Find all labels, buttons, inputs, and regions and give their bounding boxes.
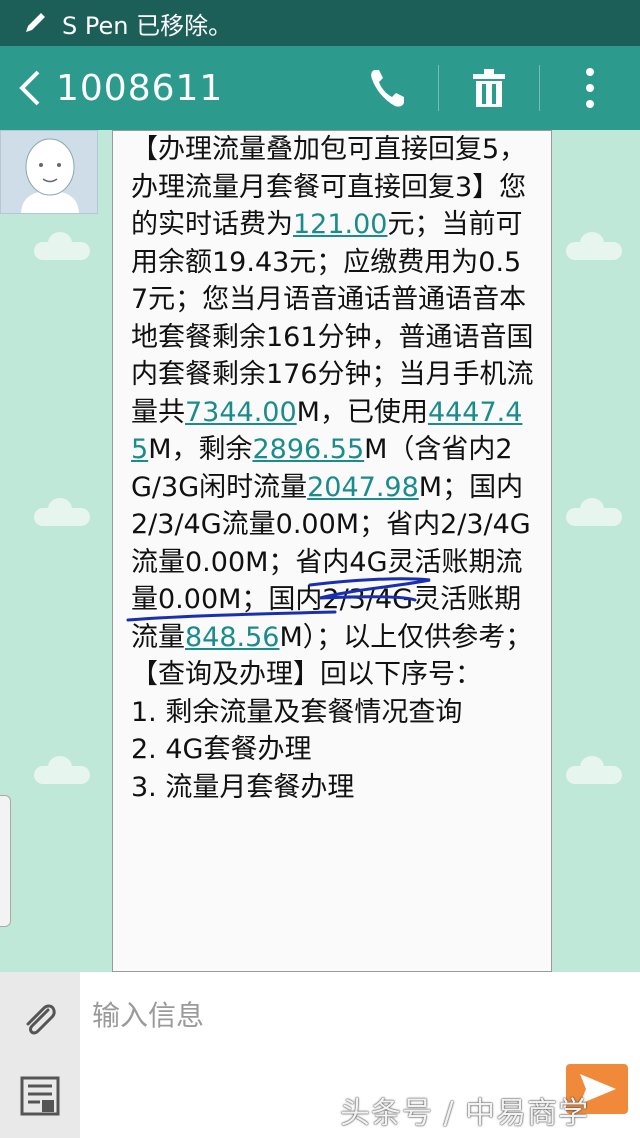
message-segment: M，已使用 xyxy=(296,396,428,428)
back-button[interactable] xyxy=(10,58,50,118)
input-tools xyxy=(0,972,80,1138)
back-icon xyxy=(19,70,40,106)
message-text[interactable]: 【办理流量叠加包可直接回复5，办理流量月套餐可直接回复3】您的实时话费为121.… xyxy=(131,131,535,806)
pen-icon xyxy=(26,13,45,32)
conversation-area[interactable]: 【办理流量叠加包可直接回复5，办理流量月套餐可直接回复3】您的实时话费为121.… xyxy=(0,130,640,972)
cloud-decoration xyxy=(34,232,90,260)
message-link[interactable]: 848.56 xyxy=(185,622,279,653)
avatar[interactable] xyxy=(0,130,98,214)
template-icon[interactable] xyxy=(18,1074,62,1118)
side-panel-handle[interactable] xyxy=(0,795,11,927)
phone-icon xyxy=(371,70,404,107)
cloud-decoration xyxy=(34,756,90,784)
watermark: 头条号 / 中易商学 xyxy=(340,1096,590,1131)
message-link[interactable]: 2047.98 xyxy=(307,472,419,503)
cloud-decoration xyxy=(566,498,622,526)
app-bar: 1008611 xyxy=(0,46,640,130)
status-notification: S Pen 已移除。 xyxy=(62,11,233,40)
status-bar: S Pen 已移除。 xyxy=(0,0,640,46)
call-button[interactable] xyxy=(338,46,438,130)
cloud-decoration xyxy=(34,498,90,526)
cloud-decoration xyxy=(566,756,622,784)
attach-icon[interactable] xyxy=(18,998,62,1042)
message-segment: M，剩余 xyxy=(148,434,253,465)
contact-title: 1008611 xyxy=(56,67,224,109)
more-icon xyxy=(586,68,594,108)
message-link[interactable]: 7344.00 xyxy=(185,397,297,428)
message-link[interactable]: 121.00 xyxy=(293,209,387,240)
delete-button[interactable] xyxy=(439,46,539,130)
cloud-decoration xyxy=(566,232,622,260)
message-input[interactable]: 输入信息 xyxy=(92,994,204,1034)
person-icon xyxy=(21,138,79,213)
message-segment: 元；当前可用余额19.43元；应缴费用为0.57元；您当月语音通话普通语音本地套… xyxy=(131,209,534,428)
delete-icon xyxy=(473,69,505,107)
message-bubble[interactable]: 【办理流量叠加包可直接回复5，办理流量月套餐可直接回复3】您的实时话费为121.… xyxy=(112,130,552,972)
more-button[interactable] xyxy=(540,46,640,130)
message-link[interactable]: 2896.55 xyxy=(252,434,364,465)
